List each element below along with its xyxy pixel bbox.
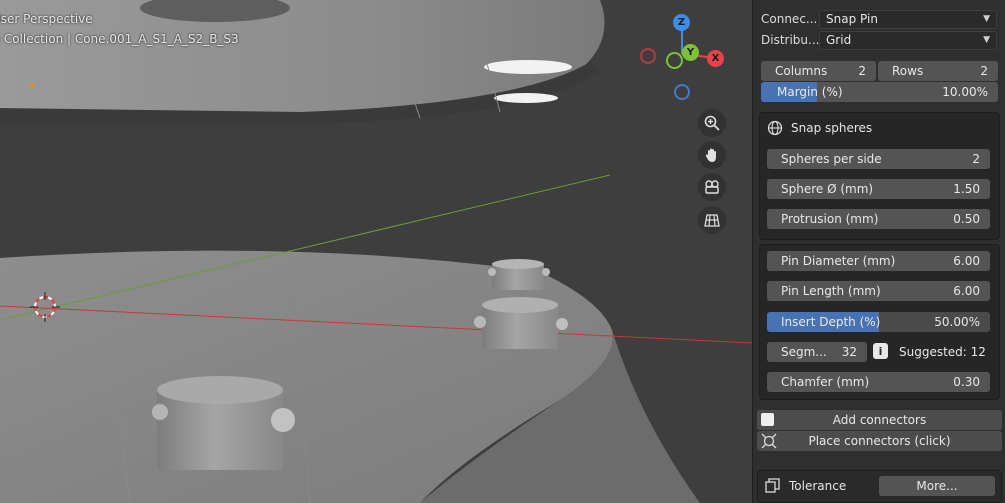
columns-field[interactable]: Columns 2 (761, 61, 876, 81)
protrusion-field[interactable]: Protrusion (mm) 0.50 (767, 209, 990, 229)
x-axis-icon[interactable]: X (707, 50, 724, 67)
pin-length-value: 6.00 (953, 284, 980, 298)
chevron-down-icon: ▼ (983, 14, 990, 24)
insert-depth-label: Insert Depth (%) (781, 315, 881, 329)
distribution-value: Grid (826, 33, 852, 47)
protrusion-label: Protrusion (mm) (781, 212, 879, 226)
object-origin (30, 84, 34, 88)
neg-x-axis-icon[interactable] (640, 48, 656, 64)
protrusion-value: 0.50 (953, 212, 980, 226)
add-connectors-checkbox[interactable] (761, 413, 774, 426)
sphere-diameter-field[interactable]: Sphere Ø (mm) 1.50 (767, 179, 990, 199)
view-mode-label: User Perspective (0, 12, 93, 26)
segments-label: Segm... (781, 345, 827, 359)
connector-pin (488, 259, 550, 290)
grid-view-icon[interactable] (698, 206, 726, 234)
spheres-per-side-label: Spheres per side (781, 152, 882, 166)
tolerance-header: Tolerance (765, 478, 846, 493)
neg-z-axis-icon[interactable] (674, 84, 690, 100)
collection-label: (1) Collection | Cone.001_A_S1_A_S2_B_S3 (0, 32, 239, 46)
add-connectors-label: Add connectors (832, 413, 927, 427)
navigation-gizmo[interactable]: Z Y X (640, 12, 730, 102)
spheres-per-side-field[interactable]: Spheres per side 2 (767, 149, 990, 169)
zoom-icon[interactable] (698, 109, 726, 137)
insert-depth-slider[interactable]: Insert Depth (%) 50.00% (767, 312, 990, 332)
connector-type-value: Snap Pin (826, 12, 878, 26)
upper-plate-hole (494, 93, 558, 103)
sphere-diameter-label: Sphere Ø (mm) (781, 182, 874, 196)
segments-value: 32 (841, 345, 857, 359)
pin-diameter-field[interactable]: Pin Diameter (mm) 6.00 (767, 251, 990, 271)
insert-depth-value: 50.00% (934, 315, 980, 329)
rows-label: Rows (892, 64, 924, 78)
sphere-diameter-value: 1.50 (953, 182, 980, 196)
pin-length-field[interactable]: Pin Length (mm) 6.00 (767, 281, 990, 301)
pin-diameter-value: 6.00 (953, 254, 980, 268)
3d-viewport[interactable]: User Perspective (1) Collection | Cone.0… (0, 0, 752, 503)
upper-plate-hole (484, 60, 572, 74)
rows-field[interactable]: Rows 2 (878, 61, 998, 81)
operator-panel: Connec... Snap Pin ▼ Distribu... Grid ▼ … (752, 0, 1005, 503)
add-connectors-button[interactable]: Add connectors (757, 410, 1002, 430)
distribution-row: Distribu... Grid ▼ (761, 30, 997, 50)
crosshair-icon (761, 433, 777, 449)
neg-y-axis-icon[interactable] (666, 52, 683, 69)
connector-pin (152, 376, 295, 470)
columns-value: 2 (858, 64, 866, 78)
pin-diameter-label: Pin Diameter (mm) (781, 254, 896, 268)
globe-icon (767, 120, 783, 136)
columns-label: Columns (775, 64, 828, 78)
suggested-segments-text: Suggested: 12 (899, 345, 986, 359)
margin-value: 10.00% (942, 85, 988, 99)
connector-pin (474, 297, 568, 349)
connector-type-dropdown[interactable]: Snap Pin ▼ (819, 9, 997, 29)
margin-label: Margin (%) (777, 85, 843, 99)
tolerance-label: Tolerance (789, 478, 847, 493)
more-label: More... (916, 479, 958, 493)
copy-icon (765, 478, 780, 493)
camera-icon[interactable] (698, 173, 726, 201)
distribution-dropdown[interactable]: Grid ▼ (819, 30, 997, 50)
distribution-label: Distribu... (761, 33, 819, 47)
place-connectors-label: Place connectors (click) (808, 434, 951, 448)
snap-spheres-header: Snap spheres (767, 120, 872, 136)
y-axis-icon[interactable]: Y (682, 44, 699, 61)
more-button[interactable]: More... (879, 476, 995, 496)
spheres-per-side-value: 2 (972, 152, 980, 166)
pin-length-label: Pin Length (mm) (781, 284, 881, 298)
place-connectors-button[interactable]: Place connectors (click) (757, 431, 1002, 451)
info-icon[interactable]: i (873, 343, 888, 359)
pan-hand-icon[interactable] (698, 141, 726, 169)
chamfer-label: Chamfer (mm) (781, 375, 870, 389)
z-axis-icon[interactable]: Z (673, 14, 690, 31)
margin-slider[interactable]: Margin (%) 10.00% (761, 82, 998, 102)
chamfer-value: 0.30 (953, 375, 980, 389)
chamfer-field[interactable]: Chamfer (mm) 0.30 (767, 372, 990, 392)
chevron-down-icon: ▼ (983, 35, 990, 45)
snap-spheres-title: Snap spheres (791, 121, 873, 135)
rows-value: 2 (980, 64, 988, 78)
connector-type-row: Connec... Snap Pin ▼ (761, 9, 997, 29)
connector-type-label: Connec... (761, 12, 818, 26)
segments-field[interactable]: Segm... 32 (767, 342, 867, 362)
